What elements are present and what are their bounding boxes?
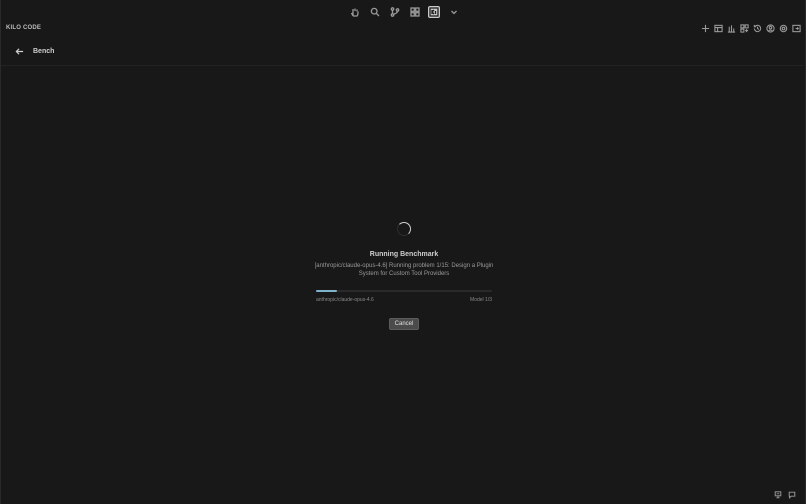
current-model-label: anthropic/claude-opus-4.6 — [316, 297, 374, 303]
plus-icon[interactable] — [701, 24, 710, 33]
progress-section: anthropic/claude-opus-4.6 Model 1/3 — [316, 290, 492, 303]
arrow-left-icon[interactable] — [15, 47, 24, 56]
feedback-icon[interactable] — [787, 490, 796, 499]
run-status-description: [anthropic/claude-opus-4.6] Running prob… — [314, 263, 494, 277]
kilo-code-panel: KILO CODE Bench Running Benchmark [anthr… — [0, 0, 806, 504]
layout-icon[interactable] — [714, 24, 723, 33]
header-actions — [701, 23, 802, 33]
popout-icon[interactable] — [792, 24, 801, 33]
model-counter: Model 1/3 — [470, 297, 492, 303]
app-title: KILO CODE — [6, 25, 42, 31]
chevron-down-icon[interactable] — [447, 6, 460, 19]
panel-header: KILO CODE — [1, 20, 806, 36]
account-icon[interactable] — [766, 23, 775, 33]
top-toolbar — [1, 2, 806, 22]
chart-icon[interactable] — [727, 24, 736, 33]
marketplace-icon[interactable] — [740, 23, 749, 33]
hand-icon[interactable] — [348, 6, 361, 19]
page-title: Bench — [33, 48, 55, 55]
settings-icon[interactable] — [779, 24, 788, 33]
run-status-title: Running Benchmark — [369, 251, 439, 258]
kilo-icon[interactable] — [428, 6, 440, 18]
loading-spinner-icon — [397, 222, 411, 236]
progress-labels: anthropic/claude-opus-4.6 Model 1/3 — [316, 297, 492, 303]
footer-actions — [773, 490, 796, 499]
cancel-button[interactable]: Cancel — [388, 318, 420, 330]
extensions-icon[interactable] — [408, 6, 421, 19]
branch-icon[interactable] — [388, 6, 401, 19]
progress-bar — [316, 290, 492, 292]
search-icon[interactable] — [368, 6, 381, 19]
remote-icon[interactable] — [773, 490, 782, 499]
bench-header: Bench — [1, 38, 806, 66]
benchmark-progress-panel: Running Benchmark [anthropic/claude-opus… — [1, 220, 806, 330]
history-icon[interactable] — [753, 24, 762, 33]
progress-bar-fill — [316, 290, 338, 292]
